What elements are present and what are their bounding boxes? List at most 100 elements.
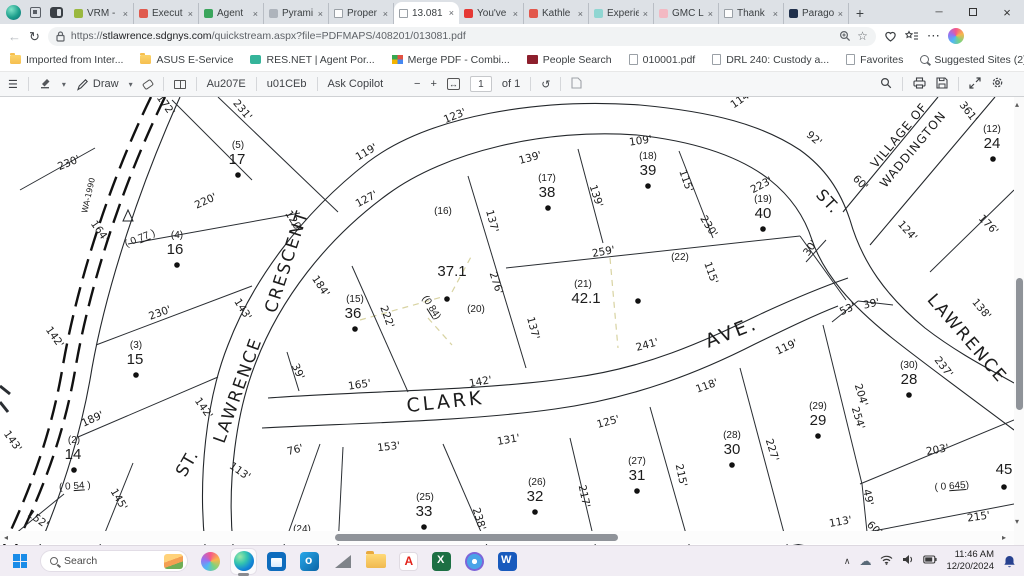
tab-agent[interactable]: Agent [199,3,264,24]
rotate-icon[interactable] [541,78,550,91]
refresh-icon[interactable] [29,30,40,43]
tab-close-icon[interactable] [643,9,648,19]
window-close-button[interactable] [990,0,1024,24]
browser-essentials-icon[interactable] [884,30,897,43]
folder-app-icon[interactable] [363,549,388,574]
tab-experie[interactable]: Experie [589,3,654,24]
highlighter-button[interactable] [39,76,52,92]
zoom-page-icon[interactable] [839,30,851,42]
bookmark-favorites[interactable]: Favorites [846,54,903,66]
word-app-icon[interactable] [495,549,520,574]
settings-more-icon[interactable] [927,27,940,45]
taskbar-clock[interactable]: 11:46 AM12/20/2024 [946,549,994,573]
copilot-icon[interactable] [948,28,964,44]
horizontal-scroll-thumb[interactable] [335,534,618,541]
page-view-icon[interactable] [174,80,186,89]
bookmark-merge-pdf-combi[interactable]: Merge PDF - Combi... [392,54,510,66]
eraser-icon[interactable] [141,78,153,89]
tab-you-ve[interactable]: You've [459,3,524,24]
scroll-right-icon[interactable] [1002,533,1006,542]
tab-close-icon[interactable] [253,9,258,19]
workspaces-icon[interactable] [30,7,41,18]
notification-bell-icon[interactable] [1003,555,1016,568]
bookmark-people-search[interactable]: People Search [527,54,612,66]
tab-parago[interactable]: Parago [784,3,849,24]
lock-icon[interactable] [56,31,65,42]
url-field[interactable]: https://stlawrence.sdgnys.com/quickstrea… [48,27,876,46]
horizontal-scrollbar[interactable] [0,531,1014,544]
tab-close-icon[interactable] [449,8,454,18]
store-app-icon[interactable] [264,549,289,574]
back-icon[interactable] [8,30,21,43]
taskbar-search[interactable]: Search [40,550,188,572]
bookmark-res-net-agent-por[interactable]: RES.NET | Agent Por... [250,54,374,66]
draw-dropdown-icon[interactable] [129,78,133,90]
translate-icon[interactable] [267,78,307,90]
tab-close-icon[interactable] [773,9,778,19]
tab-vrm[interactable]: VRM - [69,3,134,24]
scroll-left-icon[interactable] [4,533,8,542]
highlighter-dropdown-icon[interactable] [62,78,66,90]
tab-actions-icon[interactable] [50,7,63,18]
zoom-out-icon[interactable]: − [414,78,420,90]
tab-kathle[interactable]: Kathle [524,3,589,24]
bookmark-asus-e-service[interactable]: ASUS E-Service [140,54,233,66]
profile-avatar[interactable] [6,5,21,20]
scroll-up-icon[interactable] [1015,100,1019,109]
tab-thank[interactable]: Thank [719,3,784,24]
bookmark-suggested-sites-2[interactable]: Suggested Sites (2) [920,54,1024,66]
fit-width-icon[interactable] [447,78,460,90]
tab-close-icon[interactable] [383,9,388,19]
tab-proper[interactable]: Proper [329,3,394,24]
tab-close-icon[interactable] [838,9,843,19]
save-icon[interactable] [936,77,948,92]
ask-copilot-button[interactable]: Ask Copilot [328,78,384,90]
wifi-icon[interactable] [880,555,893,568]
edge-app-icon[interactable] [231,549,256,574]
vertical-scrollbar[interactable] [1014,97,1024,545]
window-minimize-button[interactable] [922,0,956,24]
tab-close-icon[interactable] [708,9,713,19]
bookmark-010001-pdf[interactable]: 010001.pdf [629,54,696,66]
acro-app-icon[interactable] [396,549,421,574]
battery-icon[interactable] [923,555,937,567]
gear-icon[interactable] [991,76,1004,92]
bookmark-drl-240-custody-a[interactable]: DRL 240: Custody a... [712,54,829,66]
volume-icon[interactable] [902,554,914,568]
tab-close-icon[interactable] [318,9,323,19]
tab-gmc-l[interactable]: GMC L [654,3,719,24]
page-number-input[interactable]: 1 [470,76,492,92]
read-aloud-icon[interactable] [207,78,246,90]
pdf-document-area[interactable]: 172'231'123'119'109'114'92'361'60'124'17… [0,97,1014,545]
draw-button[interactable]: Draw [76,78,119,91]
favorites-list-icon[interactable] [905,30,919,42]
expand-icon[interactable] [969,77,981,92]
tab-close-icon[interactable] [513,9,518,19]
tray-chevron-up-icon[interactable] [844,556,851,567]
tab-13-081[interactable]: 13.081 [394,2,459,24]
excel-app-icon[interactable] [429,549,454,574]
print-icon[interactable] [913,77,926,92]
tab-close-icon[interactable] [578,9,583,19]
tab-pyrami[interactable]: Pyrami [264,3,329,24]
bookmark-imported-from-inter[interactable]: Imported from Inter... [10,54,123,66]
search-document-icon[interactable] [880,77,892,92]
tab-close-icon[interactable] [188,9,193,19]
snip-app-icon[interactable] [330,549,355,574]
copilot-app-icon[interactable] [198,549,223,574]
zoom-in-icon[interactable]: + [430,78,436,90]
photos-app-icon[interactable] [462,549,487,574]
favorite-star-icon[interactable] [857,29,868,43]
tab-execut[interactable]: Execut [134,3,199,24]
new-tab-button[interactable]: + [849,2,871,24]
vertical-scroll-thumb[interactable] [1016,278,1023,410]
onedrive-icon[interactable] [859,554,871,568]
url-text[interactable]: https://stlawrence.sdgnys.com/quickstrea… [71,30,833,42]
toc-menu-icon[interactable] [8,78,18,91]
page-tools-icon[interactable] [571,77,582,92]
tab-close-icon[interactable] [123,9,128,19]
window-maximize-button[interactable] [956,0,990,24]
outlook-app-icon[interactable] [297,549,322,574]
scroll-down-icon[interactable] [1015,517,1019,526]
start-button[interactable] [8,549,32,573]
